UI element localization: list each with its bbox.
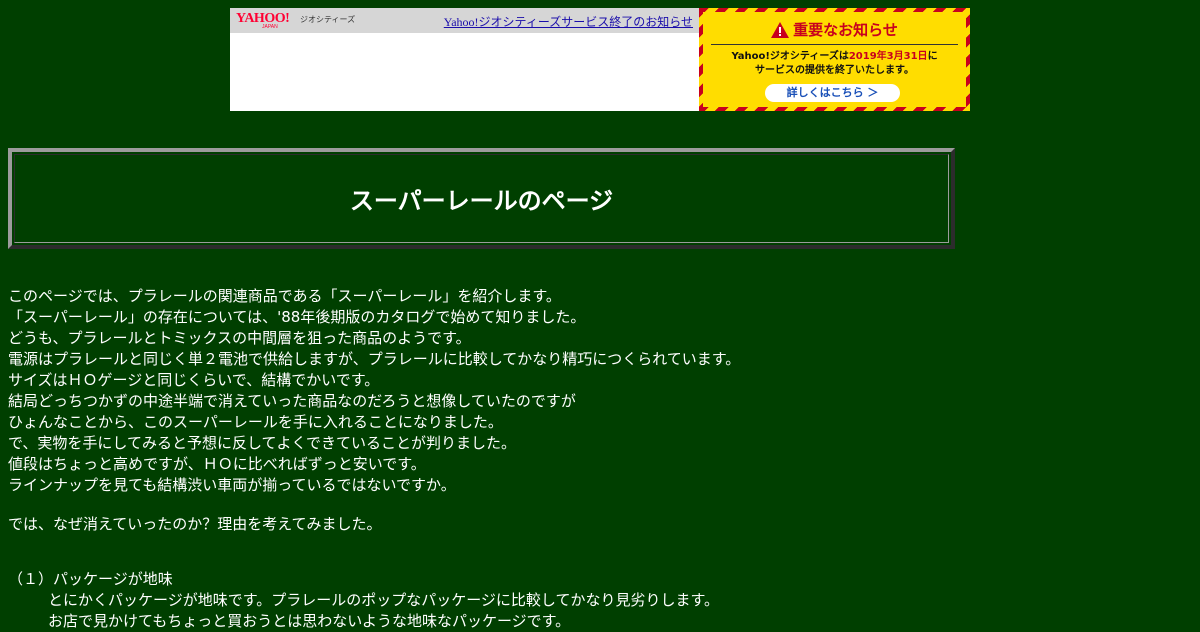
warning-icon — [771, 21, 790, 38]
notice-panel: 重要なお知らせ Yahoo!ジオシティーズは2019年3月31日に サービスの提… — [703, 12, 966, 107]
reason-1-line: お店で見かけてもちょっと買おうとは思わないような地味なパッケージです。 — [48, 612, 571, 630]
intro-line: ラインナップを見ても結構渋い車両が揃っているではないですか。 — [8, 476, 456, 494]
geocities-logo-text: ジオシティーズ — [300, 15, 356, 24]
reason-1-line: とにかくパッケージが地味です。プラレールのポップなパッケージに比較してかなり見劣… — [48, 591, 719, 609]
notice-line-1-prefix: Yahoo!ジオシティーズは — [731, 51, 849, 62]
details-button[interactable]: 詳しくはこちら ＞ — [765, 84, 900, 102]
intro-line: サイズはＨＯゲージと同じくらいで、結構でかいです。 — [8, 371, 380, 389]
important-notice-ad[interactable]: 重要なお知らせ Yahoo!ジオシティーズは2019年3月31日に サービスの提… — [699, 8, 970, 111]
intro-paragraph: このページでは、プラレールの関連商品である「スーパーレール」を紹介します。 「ス… — [8, 286, 740, 496]
notice-body: Yahoo!ジオシティーズは2019年3月31日に サービスの提供を終了いたしま… — [703, 50, 966, 78]
notice-line-1-suffix: に — [927, 51, 938, 62]
intro-line: 「スーパーレール」の存在については、'88年後期版のカタログで始めて知りました。 — [8, 308, 586, 326]
banner-header-bar: YAHOO! JAPAN ジオシティーズ Yahoo!ジオシティーズサービス終了… — [230, 8, 699, 33]
notice-header: 重要なお知らせ — [703, 19, 966, 41]
notice-line-2: サービスの提供を終了いたします。 — [755, 65, 914, 76]
intro-line: ひょんなことから、このスーパーレールを手に入れることになりました。 — [8, 413, 503, 431]
service-end-link[interactable]: Yahoo!ジオシティーズサービス終了のお知らせ — [444, 13, 693, 30]
notice-title: 重要なお知らせ — [793, 21, 898, 39]
notice-line-1: Yahoo!ジオシティーズは2019年3月31日に — [703, 50, 966, 64]
intro-line: どうも、プラレールとトミックスの中間層を狙った商品のようです。 — [8, 329, 471, 347]
intro-line: 値段はちょっと高めですが、ＨＯに比べればずっと安いです。 — [8, 455, 426, 473]
intro-line: 結局どっちつかずの中途半端で消えていった商品なのだろうと想像していたのですが — [8, 392, 576, 410]
page-title: スーパーレールのページ — [349, 187, 614, 215]
yahoo-logo-sub: JAPAN — [262, 24, 278, 30]
geocities-banner: YAHOO! JAPAN ジオシティーズ Yahoo!ジオシティーズサービス終了… — [230, 8, 970, 111]
reason-1-heading: （１）パッケージが地味 — [8, 570, 173, 588]
intro-line: このページでは、プラレールの関連商品である「スーパーレール」を紹介します。 — [8, 287, 561, 305]
intro-line: 電源はプラレールと同じく単２電池で供給しますが、プラレールに比較してかなり精巧に… — [8, 350, 741, 368]
title-frame-inner: スーパーレールのページ — [14, 154, 949, 243]
title-frame: スーパーレールのページ — [8, 148, 955, 249]
question-line: では、なぜ消えていったのか？理由を考えてみました。 — [8, 515, 382, 533]
notice-divider — [711, 44, 958, 45]
notice-end-date: 2019年3月31日 — [848, 51, 928, 62]
intro-line: で、実物を手にしてみると予想に反してよくできていることが判りました。 — [8, 434, 517, 452]
